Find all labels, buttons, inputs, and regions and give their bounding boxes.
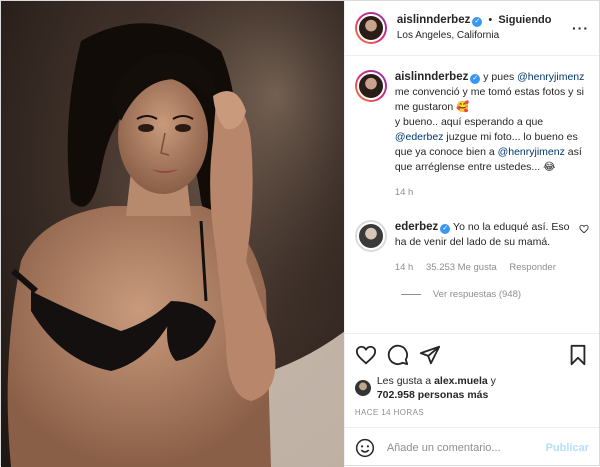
caption-text-2: me convenció y me tomó estas fotos y si … [394, 86, 584, 113]
comment-box: Añade un comentario... Publicar [344, 427, 599, 467]
verified-badge-icon: ✓ [440, 224, 451, 234]
mention-ederbez[interactable]: @ederbez [395, 131, 444, 143]
caption-time[interactable]: 14 h [395, 187, 414, 198]
view-replies-label: Ver respuestas (948) [432, 289, 522, 300]
author-info: aislinnderbez ✓ • Siguiendo Los Angeles, … [397, 13, 552, 43]
comment-bubble-icon[interactable] [387, 344, 409, 366]
liked-by-text: Les gusta a alex.muela y 702.958 persona… [377, 374, 496, 402]
comments-section: aislinnderbez ✓ y pues @henryjimenz me co… [345, 56, 599, 333]
separator-dot: • [488, 14, 493, 26]
caption-text-1: y pues [483, 71, 518, 83]
post-location[interactable]: Los Angeles, California [397, 28, 552, 43]
post-header: aislinnderbez ✓ • Siguiendo Los Angeles, … [344, 1, 599, 56]
save-bookmark-icon[interactable] [567, 344, 589, 366]
emoji-smiley-icon[interactable] [355, 438, 375, 458]
caption-author[interactable]: aislinnderbez [395, 71, 469, 83]
photo-illustration [1, 1, 344, 467]
verified-badge-icon: ✓ [472, 17, 483, 27]
replies-divider-line [400, 294, 421, 295]
share-paper-plane-icon[interactable] [419, 344, 441, 366]
like-heart-icon[interactable] [355, 344, 377, 366]
comment-row: ederbez ✓ Yo no la eduqué así. Eso ha de … [354, 220, 589, 275]
mention-henryjimenz-2[interactable]: @henryjimenz [498, 146, 565, 158]
post-timestamp[interactable]: HACE 14 HORAS [355, 408, 589, 427]
caption-meta: 14 h [395, 185, 589, 200]
instagram-post: aislinnderbez ✓ • Siguiendo Los Angeles, … [0, 0, 600, 467]
publish-button[interactable]: Publicar [546, 442, 589, 454]
post-photo[interactable] [1, 1, 344, 467]
following-button[interactable]: Siguiendo [498, 14, 551, 26]
verified-badge-icon: ✓ [470, 74, 481, 84]
post-actions: Les gusta a alex.muela y 702.958 persona… [344, 333, 599, 427]
comment-like-heart-icon[interactable] [579, 224, 589, 234]
view-replies-button[interactable]: Ver respuestas (948) [400, 289, 589, 300]
author-username[interactable]: aislinnderbez [397, 14, 471, 26]
liked-by-others[interactable]: 702.958 personas más [377, 389, 489, 401]
caption-body: aislinnderbez ✓ y pues @henryjimenz me co… [395, 70, 589, 200]
commenter-avatar[interactable] [354, 220, 387, 252]
comment-likes[interactable]: 35.253 Me gusta [426, 262, 497, 273]
author-avatar[interactable] [354, 12, 387, 44]
comment-input[interactable]: Añade un comentario... [387, 442, 546, 454]
comment-meta: 14 h 35.253 Me gusta Responder [395, 260, 573, 275]
reply-button[interactable]: Responder [509, 262, 555, 273]
liked-by-mid: y [487, 375, 496, 387]
caption: aislinnderbez ✓ y pues @henryjimenz me co… [354, 70, 589, 200]
post-sidebar: aislinnderbez ✓ • Siguiendo Los Angeles, … [343, 1, 599, 467]
commenter-username[interactable]: ederbez [395, 221, 438, 233]
liked-by-avatar[interactable] [354, 380, 371, 396]
liked-by-user[interactable]: alex.muela [434, 375, 488, 387]
more-dots-icon[interactable]: ··· [572, 20, 589, 36]
comment-time[interactable]: 14 h [395, 262, 414, 273]
liked-by-prefix: Les gusta a [376, 375, 435, 387]
mention-henryjimenz[interactable]: @henryjimenz [517, 71, 584, 83]
comment-body: ederbez ✓ Yo no la eduqué así. Eso ha de … [395, 220, 573, 275]
liked-by: Les gusta a alex.muela y 702.958 persona… [354, 374, 589, 402]
action-icons [355, 342, 589, 368]
caption-avatar[interactable] [354, 70, 387, 102]
caption-text-3: y bueno.. aquí esperando a que [394, 116, 544, 128]
